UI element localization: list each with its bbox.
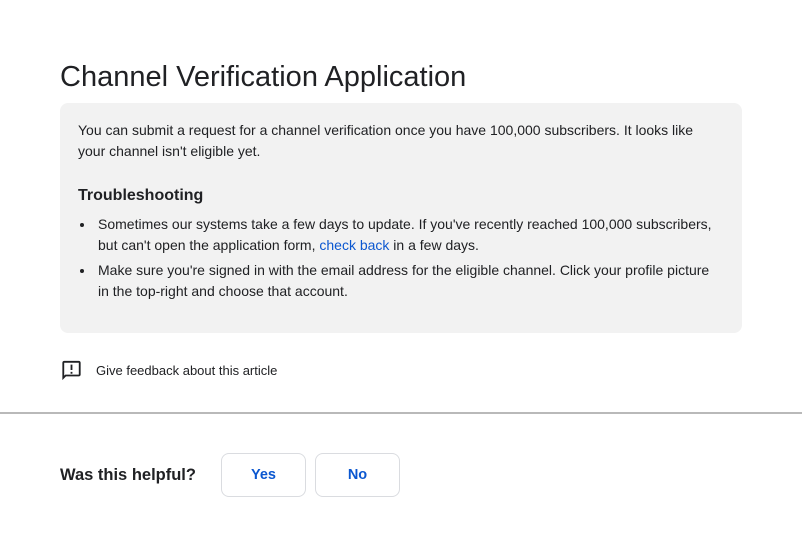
bullet-text: Make sure you're signed in with the emai…	[98, 262, 710, 299]
bullet-text-after-link: in a few days.	[389, 237, 479, 253]
troubleshooting-list: Sometimes our systems take a few days to…	[78, 214, 720, 302]
helpful-no-button[interactable]: No	[314, 453, 400, 497]
notice-intro-text: You can submit a request for a channel v…	[78, 122, 694, 159]
list-item: Sometimes our systems take a few days to…	[95, 214, 720, 256]
feedback-row: Give feedback about this article	[60, 360, 742, 381]
helpful-question: Was this helpful?	[60, 465, 196, 484]
helpful-yes-button[interactable]: Yes	[220, 453, 306, 497]
list-item: Make sure you're signed in with the emai…	[95, 260, 720, 302]
article-page: Channel Verification Application You can…	[0, 60, 802, 497]
feedback-bubble-icon	[60, 360, 83, 381]
divider	[0, 412, 802, 414]
helpful-bar: Was this helpful? Yes No	[60, 453, 742, 497]
troubleshooting-heading: Troubleshooting	[78, 187, 204, 204]
check-back-link[interactable]: check back	[319, 237, 389, 253]
notice-card: You can submit a request for a channel v…	[60, 103, 742, 333]
feedback-link[interactable]: Give feedback about this article	[96, 363, 277, 378]
page-title: Channel Verification Application	[60, 61, 467, 93]
